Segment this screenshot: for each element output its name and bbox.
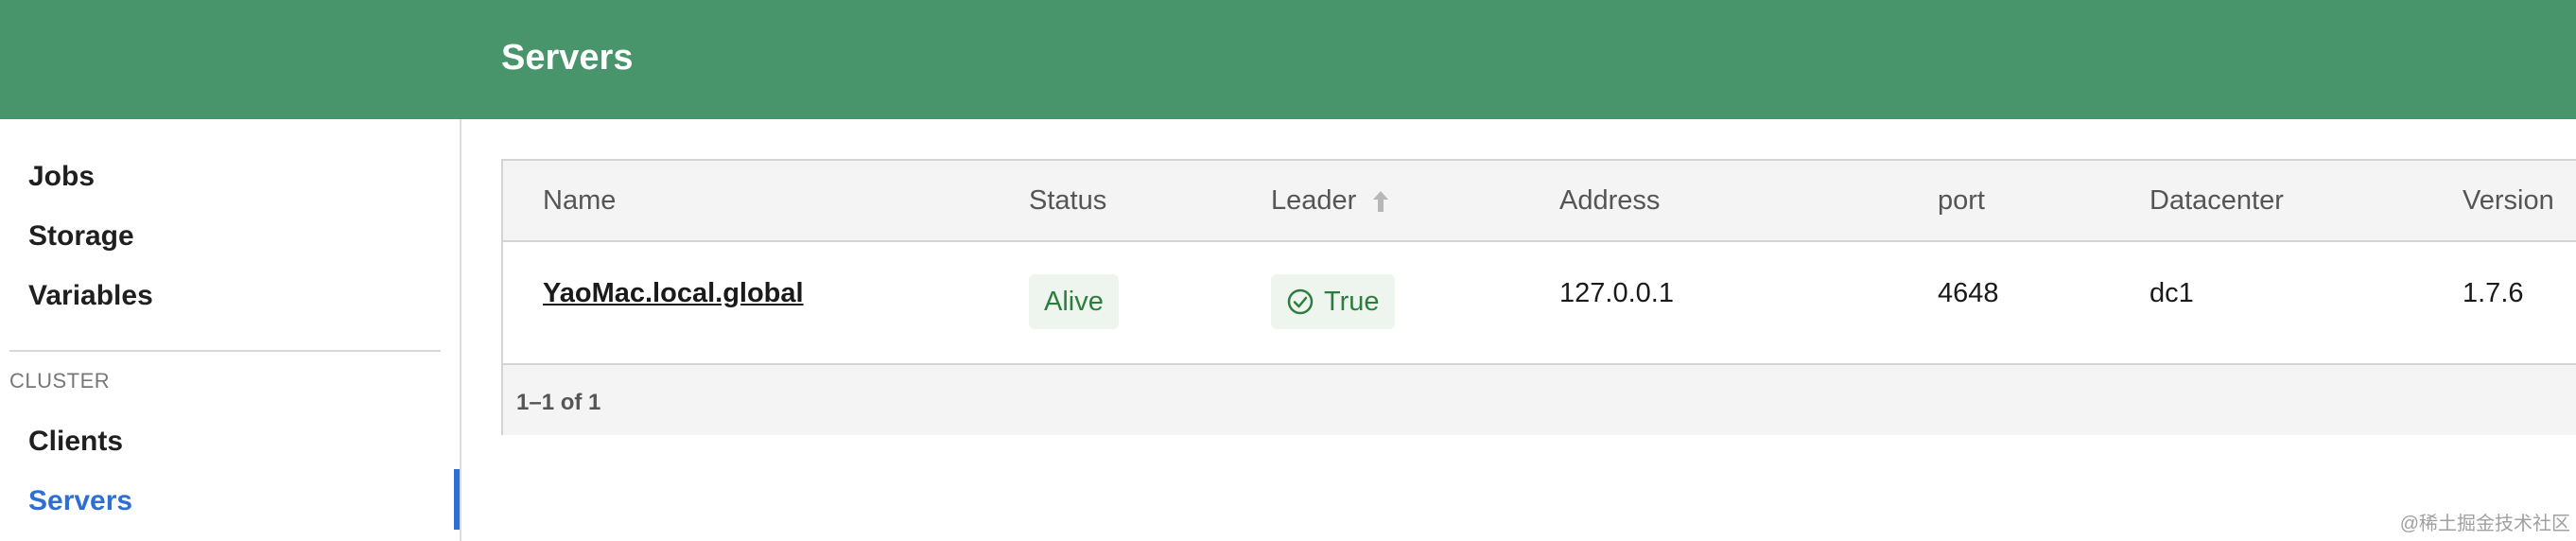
watermark: @稀土掘金技术社区 xyxy=(2399,514,2570,534)
address-cell: 127.0.0.1 xyxy=(1559,278,1674,308)
column-header-port[interactable]: port xyxy=(1938,185,1985,217)
servers-table: Name Status Leader Address port Datacent… xyxy=(501,159,2576,435)
active-item-indicator xyxy=(454,469,460,530)
column-header-datacenter[interactable]: Datacenter xyxy=(2150,185,2284,217)
status-text: Alive xyxy=(1044,286,1104,317)
table-header-row: Name Status Leader Address port Datacent… xyxy=(503,161,2576,242)
sidebar: Jobs Storage Variables CLUSTER Clients S… xyxy=(0,119,461,541)
table-row[interactable]: YaoMac.local.global Alive True 127.0.0.1… xyxy=(503,242,2576,361)
sidebar-item-servers[interactable]: Servers xyxy=(28,485,132,517)
server-name-cell: YaoMac.local.global xyxy=(543,278,804,309)
table-footer: 1–1 of 1 xyxy=(503,363,2576,435)
sidebar-item-jobs[interactable]: Jobs xyxy=(28,161,95,193)
check-circle-icon xyxy=(1287,288,1314,315)
column-header-version[interactable]: Version xyxy=(2463,185,2554,217)
status-badge: Alive xyxy=(1029,274,1119,329)
column-header-name[interactable]: Name xyxy=(543,185,616,217)
port-cell: 4648 xyxy=(1938,278,1999,308)
sidebar-item-storage[interactable]: Storage xyxy=(28,220,134,253)
top-header: Servers xyxy=(0,0,2576,119)
leader-text: True xyxy=(1324,286,1380,317)
page-title: Servers xyxy=(501,38,634,78)
column-header-address[interactable]: Address xyxy=(1559,185,1660,217)
column-header-status[interactable]: Status xyxy=(1029,185,1106,217)
server-name-link[interactable]: YaoMac.local.global xyxy=(543,278,804,308)
sidebar-divider xyxy=(9,350,441,352)
sidebar-item-clients[interactable]: Clients xyxy=(28,426,123,458)
version-cell: 1.7.6 xyxy=(2463,278,2524,308)
sidebar-section-cluster: CLUSTER xyxy=(9,369,111,393)
datacenter-cell: dc1 xyxy=(2150,278,2194,308)
pagination-summary: 1–1 of 1 xyxy=(516,390,601,415)
column-header-leader[interactable]: Leader xyxy=(1271,185,1356,217)
arrow-up-icon[interactable] xyxy=(1369,189,1392,214)
leader-badge: True xyxy=(1271,274,1395,329)
sidebar-item-variables[interactable]: Variables xyxy=(28,280,153,312)
